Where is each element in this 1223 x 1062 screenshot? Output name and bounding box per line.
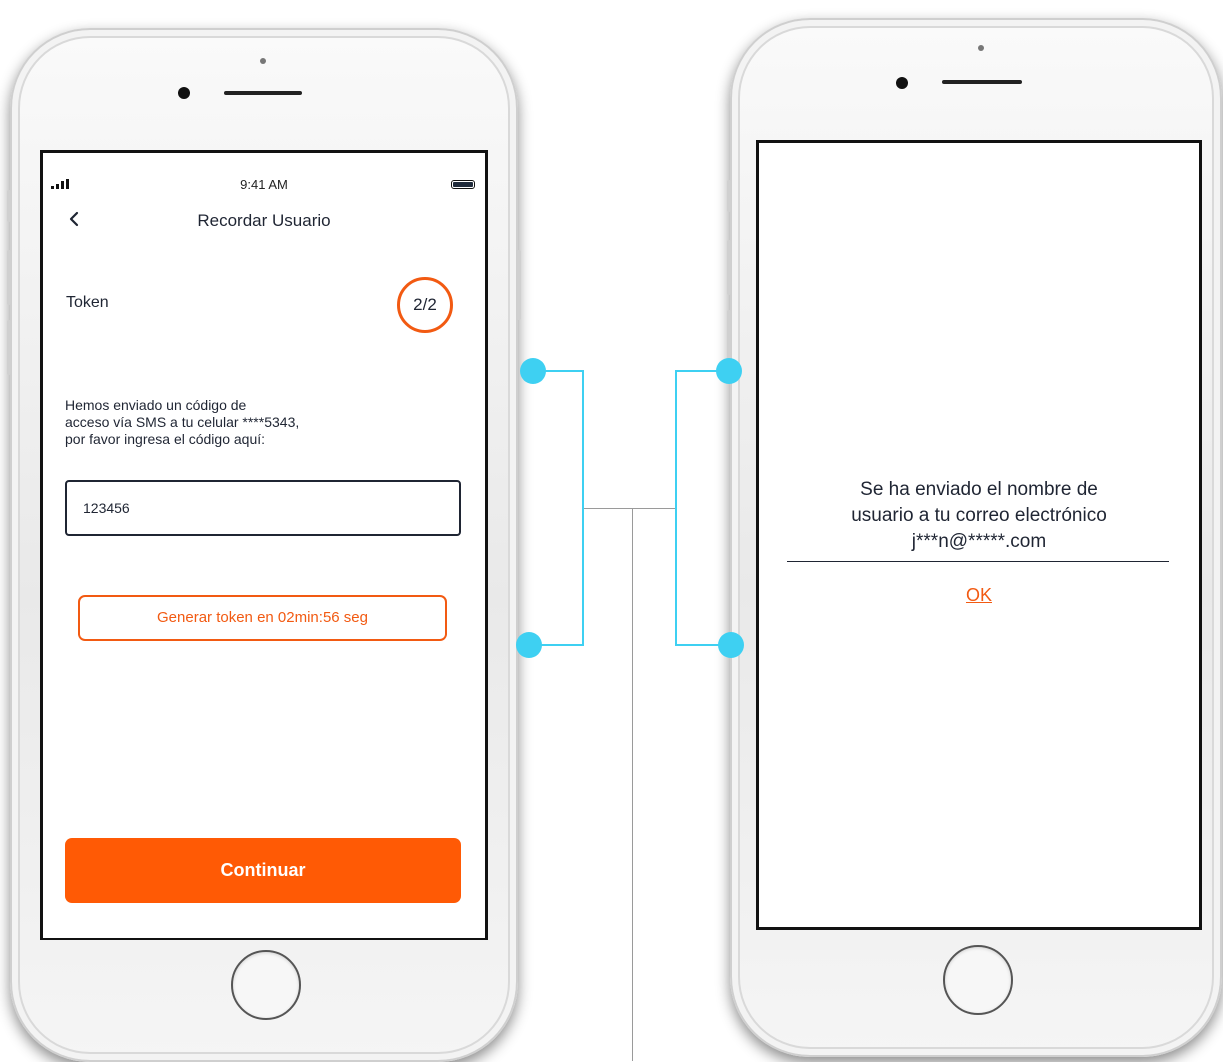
- section-label-token: Token: [66, 294, 109, 311]
- status-bar: 9:41 AM: [43, 175, 485, 193]
- home-button: [231, 950, 301, 1020]
- flow-connector-vertical: [632, 508, 633, 1061]
- connector-bracket-right: [675, 370, 677, 646]
- connector-dot-left-bottom: [516, 632, 542, 658]
- proximity-sensor: [260, 58, 266, 64]
- page-title: Recordar Usuario: [197, 211, 331, 230]
- home-button: [943, 945, 1013, 1015]
- volume-down-button: [7, 320, 11, 375]
- front-camera: [178, 87, 190, 99]
- instruction-text: Hemos enviado un código de acceso vía SM…: [65, 397, 300, 447]
- connector-dot-right-top: [716, 358, 742, 384]
- continue-button[interactable]: Continuar: [65, 838, 461, 903]
- earpiece-speaker: [224, 91, 302, 95]
- left-screen: 9:41 AM Recordar Usuario Token 2/2 Hemos…: [40, 150, 488, 940]
- dialog-message: Se ha enviado el nombre de usuario a tu …: [851, 479, 1107, 552]
- ok-button[interactable]: OK: [759, 585, 1199, 606]
- token-input[interactable]: [65, 480, 461, 536]
- earpiece-speaker: [942, 80, 1022, 84]
- mute-switch: [7, 190, 11, 222]
- front-camera: [896, 77, 908, 89]
- connector-dot-right-bottom: [718, 632, 744, 658]
- status-time: 9:41 AM: [240, 177, 288, 192]
- volume-up-button: [7, 250, 11, 305]
- mute-switch: [727, 180, 731, 212]
- power-button: [517, 250, 521, 320]
- battery-icon: [451, 180, 475, 189]
- dialog-divider: [787, 561, 1169, 562]
- proximity-sensor: [978, 45, 984, 51]
- connector-dot-left-top: [520, 358, 546, 384]
- step-indicator: 2/2: [397, 277, 453, 333]
- generate-token-button[interactable]: Generar token en 02min:56 seg: [78, 595, 447, 641]
- flow-connector-horizontal: [584, 508, 675, 509]
- right-screen: Se ha enviado el nombre de usuario a tu …: [756, 140, 1202, 930]
- volume-up-button: [727, 240, 731, 295]
- volume-down-button: [727, 310, 731, 365]
